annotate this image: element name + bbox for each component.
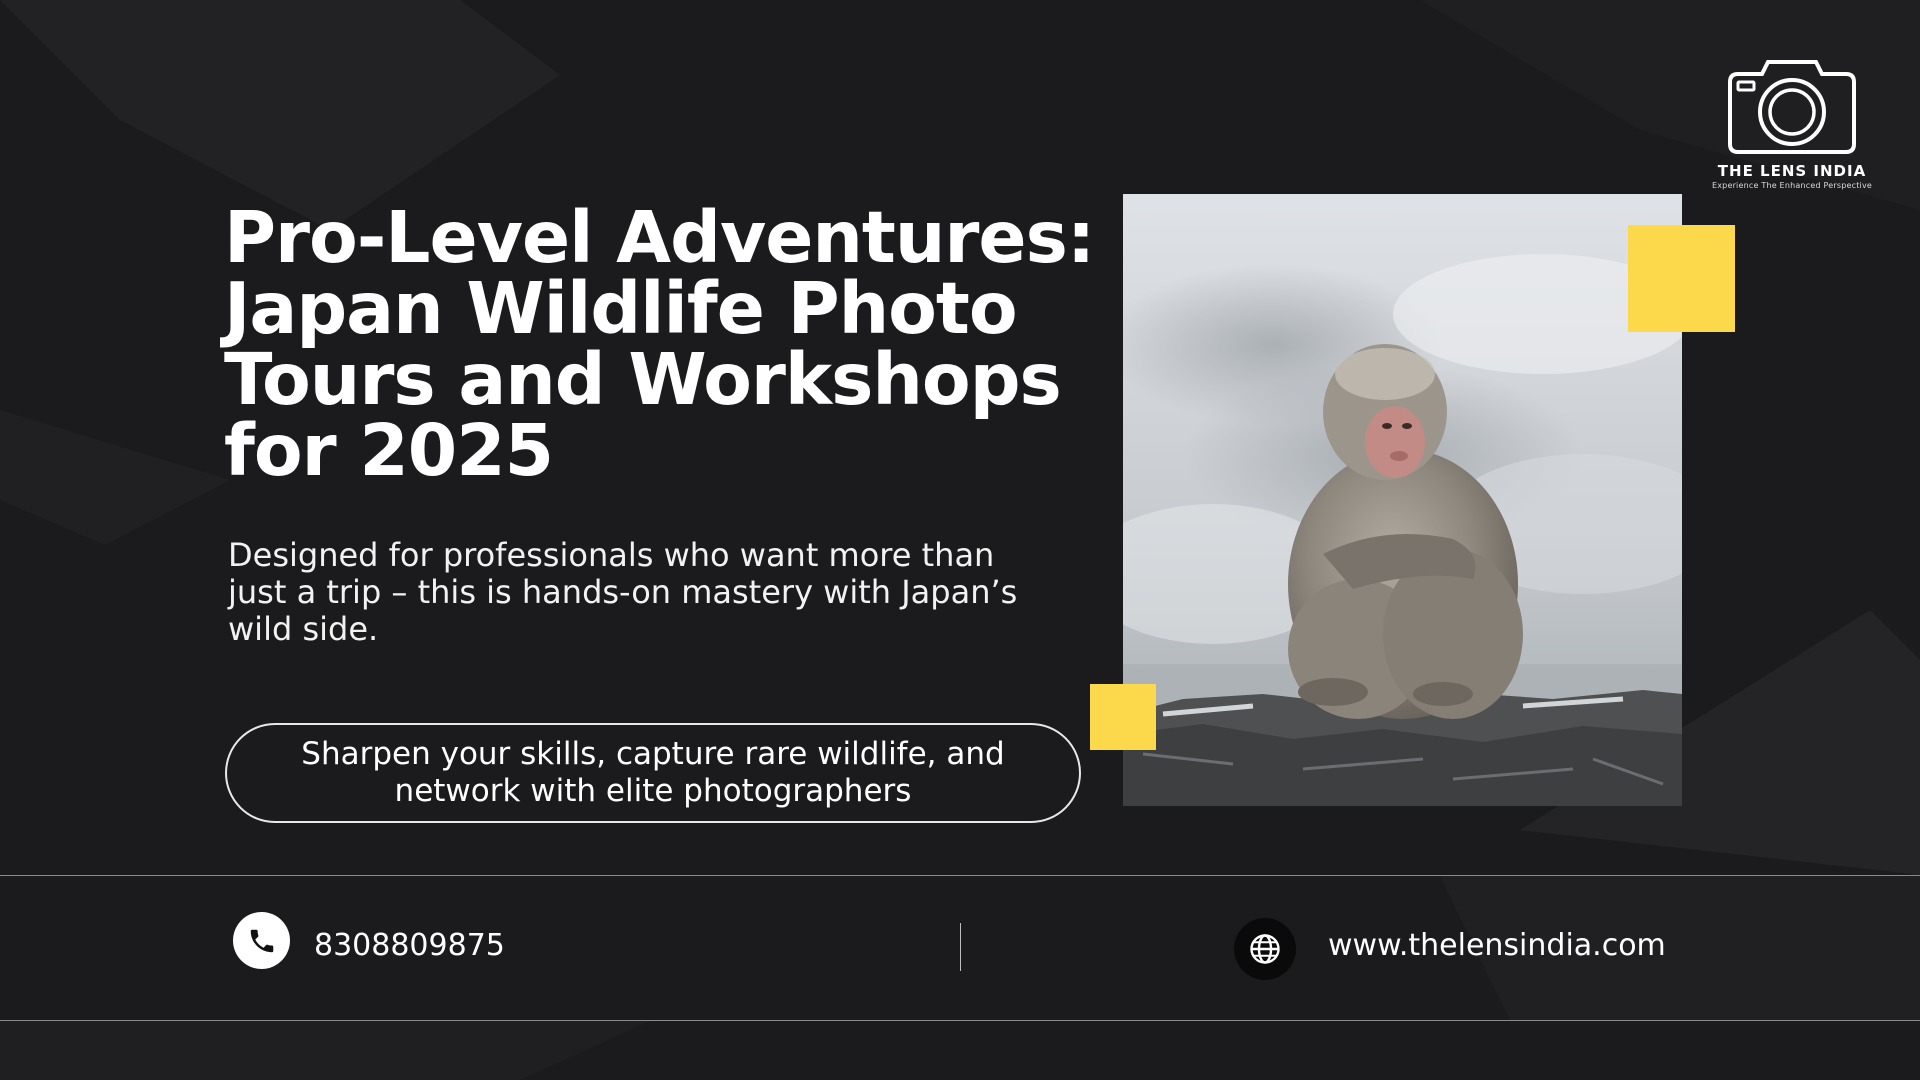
brand-logo: THE LENS INDIA Experience The Enhanced P… bbox=[1708, 52, 1876, 190]
benefits-line: Sharpen your skills, capture rare wildli… bbox=[301, 736, 1005, 772]
photo-illustration bbox=[1123, 194, 1682, 806]
footer-divider-top bbox=[0, 875, 1920, 876]
website-link[interactable]: www.thelensindia.com bbox=[1328, 928, 1666, 964]
accent-square bbox=[1628, 225, 1735, 332]
intro-line: wild side. bbox=[228, 610, 379, 648]
intro-line: Designed for professionals who want more… bbox=[228, 536, 995, 574]
headline-line: Pro-Level Adventures: bbox=[224, 196, 1095, 279]
benefits-pill: Sharpen your skills, capture rare wildli… bbox=[225, 723, 1081, 823]
snow-monkey-photo bbox=[1123, 194, 1682, 806]
promo-slide: THE LENS INDIA Experience The Enhanced P… bbox=[0, 0, 1920, 1080]
brand-tagline: Experience The Enhanced Perspective bbox=[1711, 181, 1873, 190]
intro-paragraph: Designed for professionals who want more… bbox=[228, 537, 1088, 648]
accent-square bbox=[1090, 684, 1156, 750]
benefits-line: network with elite photographers bbox=[394, 773, 912, 809]
contact-divider bbox=[960, 923, 961, 971]
intro-line: just a trip – this is hands-on mastery w… bbox=[228, 573, 1018, 611]
camera-icon bbox=[1728, 60, 1856, 154]
footer-divider-bottom bbox=[0, 1020, 1920, 1021]
page-title: Pro-Level Adventures: Japan Wildlife Pho… bbox=[224, 202, 1114, 486]
headline-line: Tours and Workshops bbox=[224, 338, 1062, 421]
benefits-text: Sharpen your skills, capture rare wildli… bbox=[301, 736, 1004, 810]
headline-line: Japan Wildlife Photo bbox=[224, 267, 1018, 350]
phone-number[interactable]: 8308809875 bbox=[314, 928, 505, 964]
globe-icon bbox=[1234, 918, 1296, 980]
phone-icon bbox=[233, 912, 290, 969]
brand-name: THE LENS INDIA bbox=[1717, 162, 1867, 180]
headline-line: for 2025 bbox=[224, 409, 554, 492]
